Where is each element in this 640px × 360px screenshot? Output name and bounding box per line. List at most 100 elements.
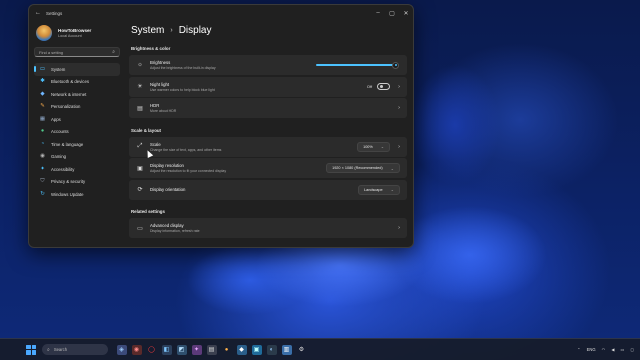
profile-name: HowToBrowser	[58, 28, 92, 33]
chevron-down-icon: ⌄	[390, 187, 394, 192]
scale-icon: ⤢	[137, 143, 143, 149]
back-arrow-icon[interactable]: ←	[35, 10, 41, 16]
close-icon[interactable]: ✕	[399, 10, 413, 17]
wifi-icon[interactable]: ◠	[602, 347, 606, 352]
brightness-slider[interactable]	[316, 61, 399, 69]
search-placeholder: Find a setting	[39, 49, 64, 55]
copilot-icon[interactable]: ◈	[116, 344, 127, 355]
shield-icon: ⛉	[40, 178, 45, 184]
sidebar-item-label: Apps	[51, 116, 61, 122]
setting-title: HDR	[150, 103, 160, 108]
person-icon: ●	[40, 128, 45, 134]
chevron-down-icon: ⌄	[380, 144, 385, 149]
gear-icon[interactable]: ⚙	[297, 345, 307, 355]
sidebar-item-personalization[interactable]: ✎ Personalization	[34, 101, 120, 114]
sidebar-item-accounts[interactable]: ● Accounts	[34, 126, 120, 139]
resolution-dropdown[interactable]: 1920 × 1080 (Recommended) ⌄	[326, 163, 400, 173]
breadcrumb-parent[interactable]: System	[131, 25, 164, 36]
sidebar: HowToBrowser Local Account Find a settin…	[29, 21, 125, 247]
speaker-icon[interactable]: ◀	[611, 347, 614, 352]
app-icon[interactable]: ◩	[176, 344, 187, 355]
app-icon[interactable]: ●	[222, 345, 232, 355]
search-input[interactable]: Find a setting ⌕	[34, 47, 120, 57]
update-icon: ↻	[40, 190, 45, 197]
gamepad-icon: ◉	[40, 153, 45, 159]
app-icon[interactable]: ▥	[281, 344, 292, 355]
section-heading-scale-layout: Scale & layout	[131, 127, 162, 133]
sidebar-item-network[interactable]: ◆ Network & internet	[34, 88, 120, 101]
apps-icon: ▦	[39, 115, 46, 122]
main-content: System › Display Brightness & color ☼ Br…	[129, 21, 407, 247]
setting-title: Display resolution	[150, 163, 184, 168]
breadcrumb: System › Display	[131, 25, 407, 36]
sidebar-item-label: Accessibility	[51, 166, 75, 172]
setting-description: Adjust the resolution to fit your connec…	[150, 169, 227, 173]
setting-title: Display orientation	[150, 187, 186, 192]
setting-title: Night light	[150, 81, 170, 87]
taskbar-search-placeholder: Search	[53, 347, 68, 352]
night-light-toggle[interactable]	[377, 83, 391, 90]
hdr-icon: ▤	[137, 105, 143, 112]
app-icon[interactable]: ◐	[266, 344, 277, 355]
avatar	[36, 25, 52, 41]
network-icon: ◆	[40, 90, 45, 97]
sidebar-item-time-language[interactable]: ◔ Time & language	[34, 138, 120, 151]
language-indicator[interactable]: ENG	[587, 347, 596, 352]
search-icon: ⌕	[47, 346, 50, 353]
scale-card[interactable]: ⤢ Scale Change the size of text, apps, a…	[129, 136, 407, 157]
app-icon[interactable]: ◆	[236, 344, 247, 355]
sidebar-item-accessibility[interactable]: ✦ Accessibility	[34, 163, 120, 176]
system-tray: ⌃ ENG ◠ ◀ ▭ ◻	[571, 347, 634, 352]
taskbar: ⌕ Search ◈ ◉ ◯ ◧ ◩ ✦ ▤ ● ◆ ▣ ◐ ▥ ⚙ ⌃ ENG…	[0, 338, 640, 360]
chevron-right-icon[interactable]: ›	[398, 225, 400, 231]
sidebar-item-label: System	[51, 66, 66, 72]
sidebar-item-label: Accounts	[51, 129, 69, 135]
chevron-right-icon: ›	[170, 27, 173, 34]
opera-icon[interactable]: ◯	[147, 345, 157, 355]
battery-icon[interactable]: ▭	[621, 347, 625, 352]
taskbar-search[interactable]: ⌕ Search	[42, 344, 108, 355]
hdr-card[interactable]: ▤ HDR More about HDR ›	[129, 98, 407, 118]
night-light-card[interactable]: ☀ Night light Use warmer colors to help …	[129, 76, 407, 97]
notification-icon[interactable]: ◻	[631, 347, 634, 352]
window-title: Settings	[46, 10, 63, 16]
sidebar-item-apps[interactable]: ▦ Apps	[34, 113, 120, 126]
setting-title: Brightness	[150, 60, 171, 65]
chevron-right-icon[interactable]: ›	[398, 84, 400, 90]
globe-clock-icon: ◔	[40, 140, 45, 147]
setting-description: Change the size of text, apps, and other…	[150, 147, 222, 152]
sidebar-item-windows-update[interactable]: ↻ Windows Update	[34, 188, 120, 201]
user-profile[interactable]: HowToBrowser Local Account	[36, 25, 120, 41]
setting-description: Use warmer colors to help block blue lig…	[150, 87, 215, 92]
sidebar-item-bluetooth[interactable]: ✱ Bluetooth & devices	[34, 76, 120, 89]
app-icon[interactable]: ▣	[251, 344, 262, 355]
monitor-icon: ▭	[39, 65, 46, 72]
toggle-state-label: Off	[366, 84, 373, 89]
app-icon[interactable]: ◧	[161, 344, 172, 355]
sidebar-item-label: Bluetooth & devices	[51, 79, 89, 85]
chevron-right-icon[interactable]: ›	[398, 105, 400, 111]
start-button[interactable]	[26, 344, 36, 355]
advanced-display-card[interactable]: ▭ Advanced display Display information, …	[129, 218, 407, 238]
dropdown-value: 1920 × 1080 (Recommended)	[332, 166, 383, 170]
setting-title: Scale	[150, 141, 161, 147]
dropdown-value: 100%	[363, 144, 373, 149]
orientation-dropdown[interactable]: Landscape ⌄	[358, 184, 400, 195]
app-icon[interactable]: ◉	[131, 344, 142, 355]
sun-icon: ☼	[137, 62, 143, 68]
app-icon[interactable]: ▤	[206, 344, 217, 355]
sidebar-item-gaming[interactable]: ◉ Gaming	[34, 151, 120, 164]
minimize-icon[interactable]: –	[371, 10, 385, 17]
chevron-right-icon[interactable]: ›	[398, 144, 400, 150]
sidebar-item-label: Network & internet	[51, 91, 87, 97]
resolution-card: ▣ Display resolution Adjust the resoluti…	[129, 158, 407, 178]
setting-description: Adjust the brightness of the built-in di…	[150, 66, 216, 70]
maximize-icon[interactable]: ▢	[385, 10, 399, 17]
scale-dropdown[interactable]: 100% ⌄	[357, 141, 391, 152]
bluetooth-icon: ✱	[40, 78, 45, 84]
app-icon[interactable]: ✦	[191, 344, 202, 355]
sidebar-item-privacy[interactable]: ⛉ Privacy & security	[34, 176, 120, 189]
chevron-up-icon[interactable]: ⌃	[577, 347, 581, 352]
slider-thumb[interactable]	[392, 61, 399, 69]
sidebar-item-system[interactable]: ▭ System	[34, 63, 120, 76]
